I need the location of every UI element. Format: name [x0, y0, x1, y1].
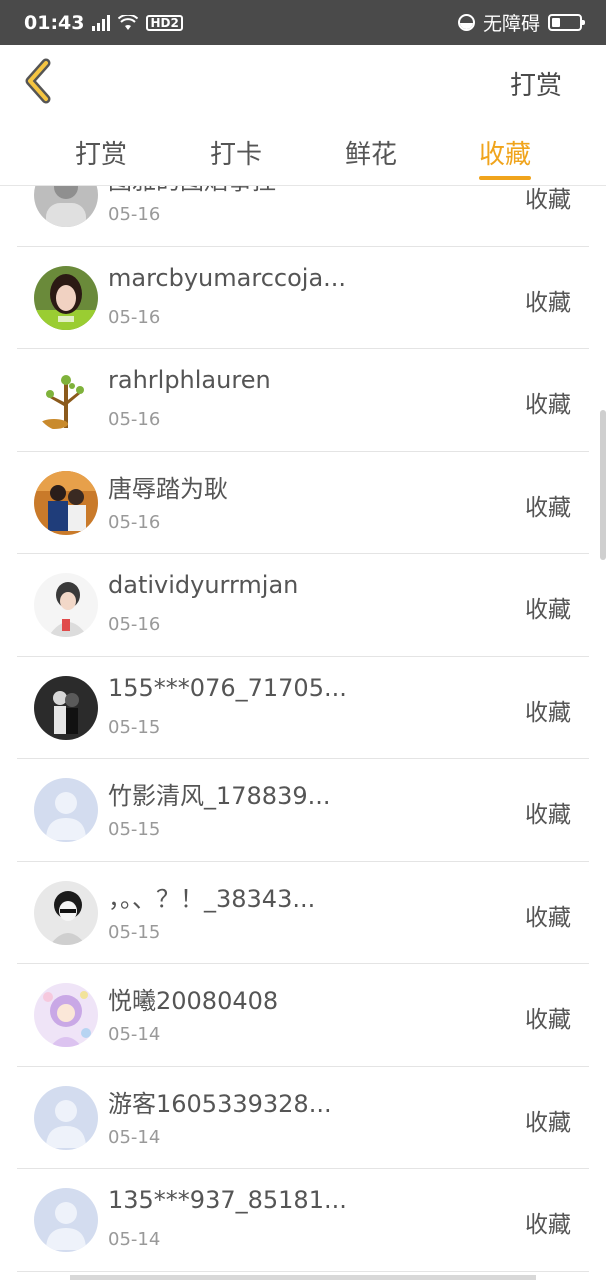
- battery-icon: [548, 14, 585, 31]
- user-name: 悦曦20080408: [108, 987, 279, 1015]
- list-item[interactable]: marcbyumarccoja... 05-16 收藏: [17, 247, 589, 349]
- favorite-label: 收藏: [525, 597, 571, 623]
- avatar[interactable]: [34, 470, 98, 535]
- tree-icon[interactable]: [34, 368, 98, 432]
- avatar[interactable]: [34, 265, 98, 330]
- user-name: 竹影清风_178839...: [108, 782, 331, 810]
- accessibility-label: 无障碍: [482, 13, 540, 35]
- back-button[interactable]: [18, 57, 66, 105]
- active-tab-indicator: [479, 176, 531, 180]
- date: 05-15: [108, 819, 161, 840]
- date: 05-15: [108, 716, 161, 738]
- wifi-icon: [118, 14, 139, 30]
- date: 05-16: [108, 409, 161, 430]
- user-name: ，。、？！_38343...: [108, 884, 316, 913]
- status-bar: 01:43 HD2 无障碍: [0, 0, 606, 45]
- tab-reward[interactable]: 打赏: [75, 134, 127, 171]
- favorite-label: 收藏: [525, 494, 571, 521]
- list-item[interactable]: ，。、？！_38343... 05-15 收藏: [17, 862, 589, 964]
- list-item[interactable]: 155***076_71705... 05-15 收藏: [17, 657, 589, 759]
- favorite-label: 收藏: [525, 1109, 571, 1136]
- list-item[interactable]: rahrlphlauren 05-16 收藏: [17, 349, 589, 452]
- default-user-icon[interactable]: [34, 1188, 98, 1252]
- date: 05-14: [108, 1229, 161, 1250]
- reward-action-button[interactable]: 打赏: [510, 65, 562, 102]
- list-item[interactable]: 图雅的图焰事捏 05-16 收藏: [17, 186, 589, 247]
- scrollbar[interactable]: [600, 410, 606, 560]
- tab-favorites[interactable]: 收藏: [479, 134, 531, 171]
- date: 05-14: [108, 1024, 161, 1045]
- tab-checkin[interactable]: 打卡: [210, 134, 262, 171]
- list-item[interactable]: 游客1605339328... 05-14 收藏: [17, 1067, 589, 1169]
- list-item[interactable]: datividyurrmjan 05-16 收藏: [17, 554, 589, 657]
- favorite-label: 收藏: [525, 392, 571, 418]
- default-user-icon[interactable]: [34, 1085, 98, 1150]
- bottom-divider: [70, 1275, 536, 1280]
- favorite-label: 收藏: [525, 802, 571, 828]
- signal-icon: [92, 14, 111, 31]
- status-time: 01:43: [24, 11, 85, 34]
- date: 05-15: [108, 921, 161, 943]
- avatar[interactable]: [34, 675, 98, 740]
- favorite-label: 收藏: [525, 699, 571, 726]
- avatar[interactable]: [34, 573, 98, 637]
- date: 05-16: [108, 614, 161, 635]
- favorite-label: 收藏: [525, 289, 571, 316]
- user-name: 135***937_85181...: [108, 1186, 347, 1214]
- status-left: 01:43 HD2: [24, 12, 183, 34]
- avatar[interactable]: [34, 983, 98, 1047]
- favorite-label: 收藏: [525, 1212, 571, 1238]
- favorite-label: 收藏: [525, 1007, 571, 1033]
- avatar[interactable]: [34, 186, 98, 227]
- user-name: 唐辱踏为耿: [108, 474, 228, 503]
- favorites-list[interactable]: 图雅的图焰事捏 05-16 收藏 marcbyumarccoja... 05-1…: [0, 186, 606, 1280]
- tab-bar: 打赏 打卡 鲜花 收藏: [0, 120, 606, 186]
- accessibility-toggle-icon: [457, 14, 475, 31]
- list-item[interactable]: 竹影清风_178839... 05-15 收藏: [17, 759, 589, 862]
- avatar[interactable]: [34, 880, 98, 945]
- user-name: marcbyumarccoja...: [108, 263, 347, 292]
- user-name: 图雅的图焰事捏: [108, 186, 276, 196]
- list-item[interactable]: 唐辱踏为耿 05-16 收藏: [17, 452, 589, 554]
- favorites-list-inner: 图雅的图焰事捏 05-16 收藏 marcbyumarccoja... 05-1…: [0, 186, 606, 1272]
- favorite-label: 收藏: [525, 187, 571, 213]
- user-name: datividyurrmjan: [108, 571, 299, 599]
- tab-flowers[interactable]: 鲜花: [345, 134, 397, 171]
- header: 打赏: [0, 45, 606, 120]
- default-user-icon[interactable]: [34, 778, 98, 842]
- list-item[interactable]: 135***937_85181... 05-14 收藏: [17, 1169, 589, 1272]
- favorite-label: 收藏: [525, 904, 571, 931]
- date: 05-16: [108, 511, 161, 533]
- date: 05-14: [108, 1126, 161, 1148]
- user-name: 155***076_71705...: [108, 673, 347, 702]
- date: 05-16: [108, 204, 161, 225]
- list-item[interactable]: 悦曦20080408 05-14 收藏: [17, 964, 589, 1067]
- status-right: 无障碍: [457, 9, 585, 36]
- chevron-left-icon: [25, 58, 51, 104]
- hd-icon: HD2: [146, 14, 183, 31]
- user-name: 游客1605339328...: [108, 1089, 332, 1118]
- date: 05-16: [108, 306, 161, 328]
- user-name: rahrlphlauren: [108, 366, 271, 394]
